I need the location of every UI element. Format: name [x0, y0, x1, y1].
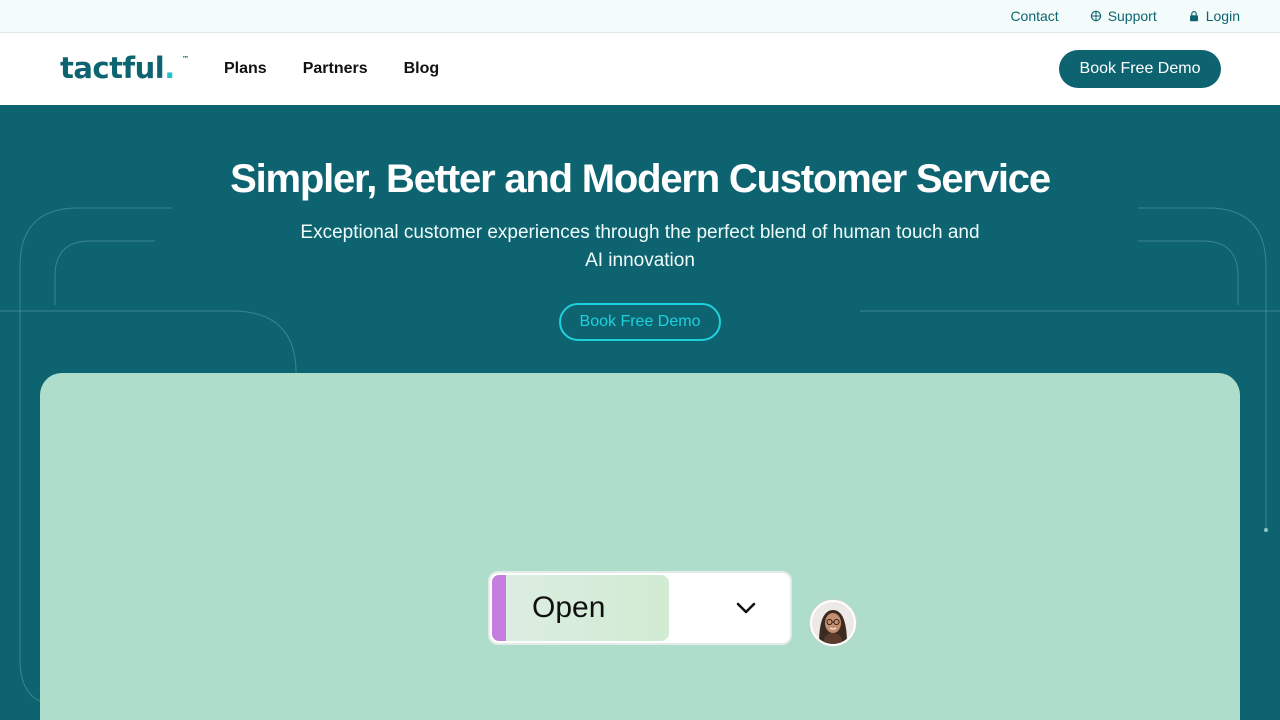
logo-text: tactful	[60, 51, 165, 85]
logo-dot: .	[164, 51, 175, 85]
contact-link[interactable]: Contact	[1010, 8, 1058, 24]
status-label: Open	[532, 591, 606, 624]
status-accent-bar	[492, 575, 506, 641]
utility-links: Contact Support Login	[1010, 0, 1240, 32]
main-navbar: tactful. ™ Plans Partners Blog Book Free…	[0, 33, 1280, 105]
lock-icon	[1189, 11, 1198, 22]
nav-item-plans[interactable]: Plans	[224, 60, 267, 78]
hero-title: Simpler, Better and Modern Customer Serv…	[230, 157, 1051, 201]
nav-item-partners[interactable]: Partners	[303, 60, 368, 78]
book-demo-button[interactable]: Book Free Demo	[1059, 50, 1221, 88]
logo-trademark: ™	[182, 55, 189, 63]
hero-subtitle: Exceptional customer experiences through…	[300, 222, 980, 271]
globe-icon	[1090, 10, 1101, 22]
login-link[interactable]: Login	[1188, 8, 1240, 24]
logo[interactable]: tactful. ™	[60, 51, 189, 85]
avatar-portrait-icon	[812, 602, 854, 644]
support-link-label: Support	[1107, 8, 1157, 24]
hero-section: Simpler, Better and Modern Customer Serv…	[0, 105, 1280, 720]
chevron-down-icon[interactable]	[734, 600, 758, 616]
status-pill: Open	[506, 575, 669, 641]
nav-links: Plans Partners Blog	[224, 33, 439, 105]
contact-link-label: Contact	[1010, 8, 1059, 24]
nav-item-blog[interactable]: Blog	[404, 60, 440, 78]
status-dropdown[interactable]: Open	[488, 571, 792, 645]
product-showcase: Open	[40, 373, 1240, 720]
login-link-label: Login	[1205, 8, 1240, 24]
utility-bar: Contact Support Login	[0, 0, 1280, 33]
hero-book-demo-button[interactable]: Book Free Demo	[559, 303, 721, 341]
user-avatar	[810, 600, 856, 646]
support-link[interactable]: Support	[1090, 8, 1157, 24]
